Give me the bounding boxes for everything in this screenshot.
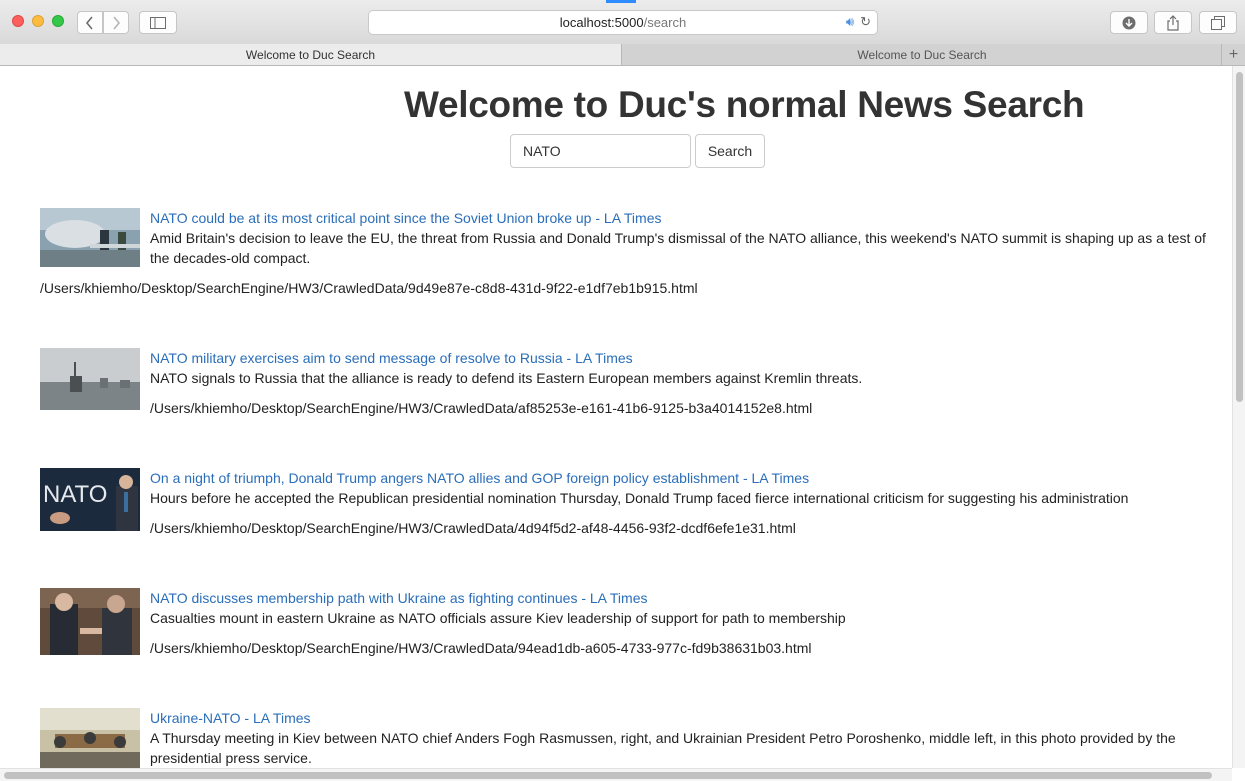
result-title-link[interactable]: NATO could be at its most critical point… [150,208,662,228]
sidebar-icon [150,16,166,29]
result-title-link[interactable]: On a night of triumph, Donald Trump ange… [150,468,809,488]
result-title-link[interactable]: NATO military exercises aim to send mess… [150,348,633,368]
reload-icon[interactable]: ↻ [860,14,871,30]
speaker-icon[interactable]: 🔊︎ [846,14,854,30]
close-window-button[interactable] [12,15,24,27]
tab-active[interactable]: Welcome to Duc Search [0,44,622,65]
horizontal-scrollbar[interactable] [0,768,1232,781]
result-file-path: /Users/khiemho/Desktop/SearchEngine/HW3/… [150,640,812,656]
result-thumbnail [40,208,140,267]
result-title-link[interactable]: Ukraine-NATO - LA Times [150,708,311,728]
vertical-scroll-thumb[interactable] [1236,72,1243,402]
chevron-left-icon [85,15,93,30]
minimize-window-button[interactable] [32,15,44,27]
page-content: Welcome to Duc's normal News Search Sear… [0,66,1232,768]
result-item: NATO military exercises aim to send mess… [40,348,1220,416]
result-item: NATO discusses membership path with Ukra… [40,588,1220,656]
chevron-right-icon [113,15,121,30]
tabs-overview-icon [1211,15,1225,30]
result-file-path: /Users/khiemho/Desktop/SearchEngine/HW3/… [150,520,796,536]
sidebar-toggle-button[interactable] [139,11,177,34]
result-description: Hours before he accepted the Republican … [150,490,1129,506]
new-tab-button[interactable]: + [1221,44,1245,65]
show-tabs-button[interactable] [1199,11,1237,34]
tab-inactive[interactable]: Welcome to Duc Search [622,44,1222,65]
forward-button[interactable] [103,11,129,34]
result-file-path: /Users/khiemho/Desktop/SearchEngine/HW3/… [40,280,698,296]
result-thumbnail: NATO [40,468,140,531]
url-host: localhost:5000 [559,15,644,30]
page-title: Welcome to Duc's normal News Search [404,84,1085,125]
load-progress-indicator [606,0,636,3]
result-description: NATO signals to Russia that the alliance… [150,370,863,386]
result-title-link[interactable]: NATO discusses membership path with Ukra… [150,588,647,608]
result-item: NATO On a night of triumph, Donald Trump… [40,468,1220,536]
share-icon [1167,14,1179,31]
back-button[interactable] [77,11,103,34]
maximize-window-button[interactable] [52,15,64,27]
result-description: Amid Britain's decision to leave the EU,… [150,230,1206,266]
tab-bar: Welcome to Duc Search Welcome to Duc Sea… [0,44,1245,66]
result-thumbnail-text: NATO [43,481,107,508]
result-description: Casualties mount in eastern Ukraine as N… [150,610,846,626]
address-bar[interactable]: localhost:5000/search 🔊︎ ↻ [368,10,878,35]
downloads-button[interactable] [1110,11,1148,34]
share-button[interactable] [1154,11,1192,34]
horizontal-scroll-thumb[interactable] [4,772,1212,779]
result-file-path: /Users/khiemho/Desktop/SearchEngine/HW3/… [150,400,813,416]
search-button[interactable]: Search [695,134,765,168]
search-input[interactable] [510,134,691,168]
result-item: NATO could be at its most critical point… [40,208,1220,308]
download-icon [1122,16,1136,29]
vertical-scrollbar[interactable] [1232,66,1245,768]
result-thumbnail [40,348,140,410]
result-thumbnail [40,588,140,655]
url-path: /search [643,15,687,30]
result-description: A Thursday meeting in Kiev between NATO … [150,730,1176,766]
result-thumbnail [40,708,140,768]
plus-icon: + [1228,45,1239,63]
browser-titlebar: localhost:5000/search 🔊︎ ↻ [0,0,1245,45]
result-item: Ukraine-NATO - LA Times A Thursday meeti… [40,708,1220,768]
